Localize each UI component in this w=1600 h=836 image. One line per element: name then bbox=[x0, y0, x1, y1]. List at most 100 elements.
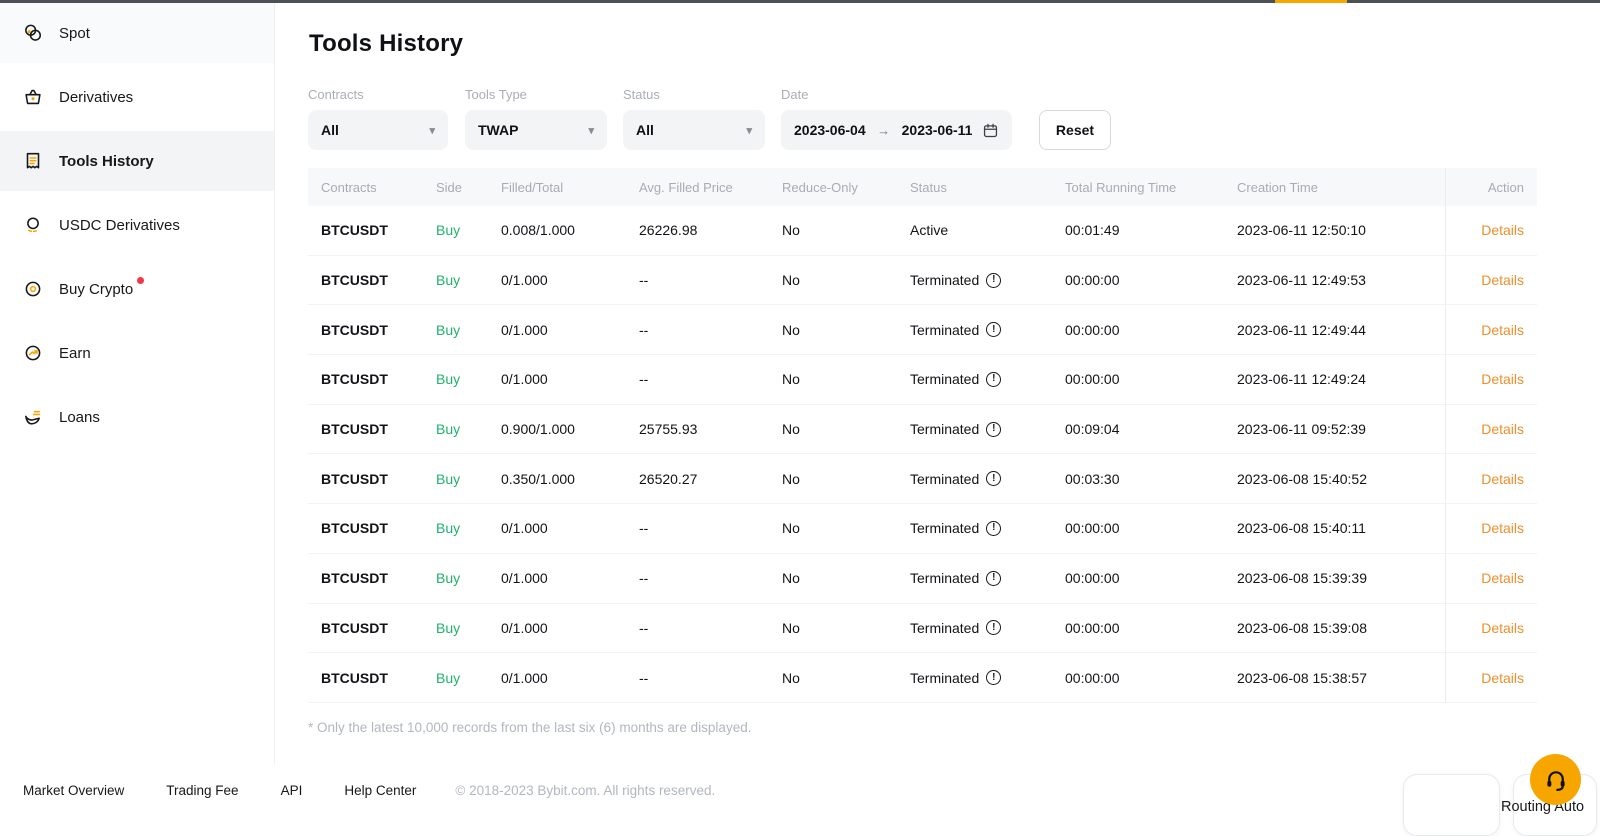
footer-link-api[interactable]: API bbox=[281, 783, 303, 798]
info-icon[interactable]: ! bbox=[986, 322, 1001, 337]
cell-contracts: BTCUSDT bbox=[308, 670, 436, 686]
footer-link-trading-fee[interactable]: Trading Fee bbox=[166, 783, 238, 798]
info-icon[interactable]: ! bbox=[986, 471, 1001, 486]
info-icon[interactable]: ! bbox=[986, 521, 1001, 536]
status-text: Active bbox=[910, 222, 948, 238]
cell-contracts: BTCUSDT bbox=[308, 222, 436, 238]
table-row: BTCUSDT Buy 0/1.000 -- No Terminated ! 0… bbox=[308, 604, 1537, 654]
cell-avg-filled-price: 25755.93 bbox=[639, 421, 782, 437]
status-text: Terminated bbox=[910, 520, 979, 536]
sidebar-item-derivatives[interactable]: Derivatives bbox=[0, 67, 274, 127]
date-filter-group: Date 2023-06-04 → 2023-06-11 bbox=[781, 87, 1012, 150]
cell-total-running-time: 00:00:00 bbox=[1065, 322, 1237, 338]
details-link[interactable]: Details bbox=[1481, 670, 1524, 686]
cell-contracts: BTCUSDT bbox=[308, 620, 436, 636]
status-text: Terminated bbox=[910, 620, 979, 636]
cell-creation-time: 2023-06-11 12:49:53 bbox=[1237, 272, 1445, 288]
tools-type-filter-group: Tools Type TWAP ▾ bbox=[465, 87, 607, 150]
column-header-contracts: Contracts bbox=[308, 180, 436, 195]
info-icon[interactable]: ! bbox=[986, 571, 1001, 586]
status-filter-group: Status All ▾ bbox=[623, 87, 765, 150]
cell-filled-total: 0/1.000 bbox=[501, 620, 639, 636]
cell-avg-filled-price: -- bbox=[639, 670, 782, 686]
cell-reduce-only: No bbox=[782, 520, 910, 536]
cell-total-running-time: 00:09:04 bbox=[1065, 421, 1237, 437]
cell-side: Buy bbox=[436, 570, 501, 586]
details-link[interactable]: Details bbox=[1481, 520, 1524, 536]
notification-dot bbox=[137, 277, 144, 284]
filters-bar: Contracts All ▾ Tools Type TWAP ▾ Status… bbox=[308, 87, 1111, 150]
table-row: BTCUSDT Buy 0.008/1.000 26226.98 No Acti… bbox=[308, 206, 1537, 256]
column-header-reduce-only: Reduce-Only bbox=[782, 180, 910, 195]
contracts-filter-value: All bbox=[321, 122, 339, 138]
table-row: BTCUSDT Buy 0/1.000 -- No Terminated ! 0… bbox=[308, 504, 1537, 554]
cell-avg-filled-price: -- bbox=[639, 620, 782, 636]
contracts-filter-select[interactable]: All ▾ bbox=[308, 110, 448, 150]
details-link[interactable]: Details bbox=[1481, 620, 1524, 636]
cell-total-running-time: 00:00:00 bbox=[1065, 520, 1237, 536]
sidebar-item-earn[interactable]: Earn bbox=[0, 323, 274, 383]
column-header-side: Side bbox=[436, 180, 501, 195]
cell-action: Details bbox=[1445, 554, 1537, 603]
details-link[interactable]: Details bbox=[1481, 222, 1524, 238]
cell-action: Details bbox=[1445, 355, 1537, 404]
cell-action: Details bbox=[1445, 653, 1537, 702]
cell-status: Terminated ! bbox=[910, 322, 1065, 338]
tools-type-filter-select[interactable]: TWAP ▾ bbox=[465, 110, 607, 150]
status-filter-label: Status bbox=[623, 87, 765, 102]
cell-avg-filled-price: -- bbox=[639, 520, 782, 536]
info-icon[interactable]: ! bbox=[986, 620, 1001, 635]
sidebar-item-label: Earn bbox=[59, 345, 91, 362]
cell-side: Buy bbox=[436, 322, 501, 338]
details-link[interactable]: Details bbox=[1481, 272, 1524, 288]
sidebar-item-usdc-derivatives[interactable]: USDC Derivatives bbox=[0, 195, 274, 255]
cell-action: Details bbox=[1445, 256, 1537, 305]
cell-filled-total: 0/1.000 bbox=[501, 520, 639, 536]
cell-reduce-only: No bbox=[782, 272, 910, 288]
details-link[interactable]: Details bbox=[1481, 371, 1524, 387]
sidebar-item-tools-history[interactable]: Tools History bbox=[0, 131, 274, 191]
sidebar-item-label: Spot bbox=[59, 25, 90, 42]
cell-creation-time: 2023-06-11 09:52:39 bbox=[1237, 421, 1445, 437]
loans-icon bbox=[22, 406, 44, 428]
status-filter-select[interactable]: All ▾ bbox=[623, 110, 765, 150]
sidebar-item-buy-crypto[interactable]: Buy Crypto bbox=[0, 259, 274, 319]
date-range-picker[interactable]: 2023-06-04 → 2023-06-11 bbox=[781, 110, 1012, 150]
support-chat-button[interactable] bbox=[1530, 754, 1581, 805]
details-link[interactable]: Details bbox=[1481, 322, 1524, 338]
sidebar-item-label: Tools History bbox=[59, 153, 154, 170]
top-progress-bar bbox=[0, 0, 1600, 3]
details-link[interactable]: Details bbox=[1481, 421, 1524, 437]
cell-avg-filled-price: -- bbox=[639, 570, 782, 586]
footer-link-help-center[interactable]: Help Center bbox=[344, 783, 416, 798]
sidebar-item-loans[interactable]: Loans bbox=[0, 387, 274, 447]
cell-creation-time: 2023-06-11 12:50:10 bbox=[1237, 222, 1445, 238]
cell-side: Buy bbox=[436, 670, 501, 686]
table-header-row: ContractsSideFilled/TotalAvg. Filled Pri… bbox=[308, 168, 1537, 206]
date-from-value: 2023-06-04 bbox=[794, 122, 866, 138]
cell-total-running-time: 00:00:00 bbox=[1065, 670, 1237, 686]
footer-links: Market Overview Trading Fee API Help Center bbox=[0, 783, 416, 798]
sidebar-item-spot[interactable]: Spot bbox=[0, 3, 274, 63]
cell-total-running-time: 00:01:49 bbox=[1065, 222, 1237, 238]
status-text: Terminated bbox=[910, 371, 979, 387]
cell-side: Buy bbox=[436, 620, 501, 636]
details-link[interactable]: Details bbox=[1481, 471, 1524, 487]
floating-card-button-left[interactable] bbox=[1403, 774, 1500, 836]
cell-avg-filled-price: -- bbox=[639, 272, 782, 288]
cell-status: Terminated ! bbox=[910, 272, 1065, 288]
info-icon[interactable]: ! bbox=[986, 422, 1001, 437]
info-icon[interactable]: ! bbox=[986, 372, 1001, 387]
date-range-arrow: → bbox=[875, 123, 892, 138]
cell-side: Buy bbox=[436, 222, 501, 238]
cell-creation-time: 2023-06-11 12:49:24 bbox=[1237, 371, 1445, 387]
details-link[interactable]: Details bbox=[1481, 570, 1524, 586]
cell-creation-time: 2023-06-08 15:38:57 bbox=[1237, 670, 1445, 686]
info-icon[interactable]: ! bbox=[986, 670, 1001, 685]
reset-button[interactable]: Reset bbox=[1039, 110, 1111, 150]
footer-link-market-overview[interactable]: Market Overview bbox=[23, 783, 124, 798]
status-filter-value: All bbox=[636, 122, 654, 138]
info-icon[interactable]: ! bbox=[986, 273, 1001, 288]
cell-action: Details bbox=[1445, 604, 1537, 653]
sidebar-item-label: Loans bbox=[59, 409, 100, 426]
